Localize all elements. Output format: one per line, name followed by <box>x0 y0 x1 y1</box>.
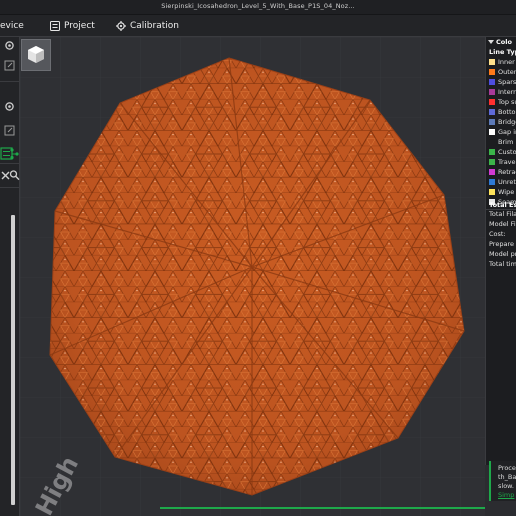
left-sidebar <box>0 37 20 516</box>
rail-divider <box>0 163 20 164</box>
calibration-icon <box>116 21 126 31</box>
window-title: Sierpinski_Icosahedron_Level_5_With_Base… <box>161 2 355 10</box>
legend-header-label: Colo <box>496 38 512 46</box>
chevron-down-icon <box>488 40 494 44</box>
color-swatch <box>489 59 495 65</box>
legend-item[interactable]: Retract <box>489 167 516 177</box>
color-swatch <box>489 139 495 145</box>
legend-item-label: Bridge <box>498 118 516 126</box>
legend-item[interactable]: Unretr <box>489 177 516 187</box>
title-bar: Sierpinski_Icosahedron_Level_5_With_Base… <box>0 0 516 15</box>
color-swatch <box>489 109 495 115</box>
tab-project-label: Project <box>64 21 95 31</box>
legend-panel: Colo Line Typ Inner v Outer Sparse Inter… <box>485 37 516 465</box>
legend-item-label: Unretr <box>498 178 516 186</box>
tree-icon[interactable] <box>9 147 20 160</box>
legend-item[interactable]: Botton <box>489 107 516 117</box>
legend-item-label: Interna <box>498 88 516 96</box>
gear-icon[interactable] <box>3 39 16 52</box>
legend-item-label: Travel <box>498 158 516 166</box>
tab-calibration-label: Calibration <box>130 21 179 31</box>
estimate-row: Prepare t <box>489 240 516 248</box>
legend-item-label: Retract <box>498 168 516 176</box>
legend-item[interactable]: Bridge <box>489 117 516 127</box>
legend-item-label: Outer <box>498 68 516 76</box>
legend-item-label: Botton <box>498 108 516 116</box>
rail-divider <box>0 81 20 82</box>
viewport-canvas <box>20 37 485 516</box>
estimate-row: Model pr <box>489 250 516 258</box>
edit-icon[interactable] <box>3 59 16 72</box>
search-icon[interactable] <box>9 169 20 182</box>
legend-item[interactable]: Travel <box>489 157 516 167</box>
color-swatch <box>489 99 495 105</box>
estimate-title: Total Est <box>489 201 516 209</box>
legend-item[interactable]: Outer <box>489 67 516 77</box>
color-swatch <box>489 129 495 135</box>
legend-item[interactable]: Interna <box>489 87 516 97</box>
tab-device-label: evice <box>0 21 24 31</box>
color-swatch <box>489 79 495 85</box>
estimate-row: Cost: <box>489 230 506 238</box>
legend-item[interactable]: Gap in <box>489 127 516 137</box>
notification-link[interactable]: Simp <box>498 491 514 499</box>
color-swatch <box>489 119 495 125</box>
tab-calibration[interactable]: Calibration <box>116 19 179 33</box>
notification-line: Proce <box>498 464 516 472</box>
notification-line: slow. <box>498 482 514 490</box>
plate-thumbnail[interactable] <box>21 39 51 71</box>
color-swatch <box>489 69 495 75</box>
legend-item[interactable]: Inner v <box>489 57 516 67</box>
edit-icon[interactable] <box>3 124 16 137</box>
line-type-title: Line Typ <box>489 48 516 56</box>
menu-bar: evice Project Calibration <box>0 15 516 37</box>
color-swatch <box>489 89 495 95</box>
legend-item[interactable]: Top su <box>489 97 516 107</box>
estimate-row: Model Fil <box>489 220 516 228</box>
notification-line: th_Ba <box>498 473 516 481</box>
color-swatch <box>489 159 495 165</box>
tab-project[interactable]: Project <box>50 19 95 33</box>
gear-icon[interactable] <box>3 100 16 113</box>
rail-divider <box>0 187 20 188</box>
legend-item-label: Custon <box>498 148 516 156</box>
legend-item[interactable]: Custon <box>489 147 516 157</box>
color-swatch <box>489 169 495 175</box>
legend-item-label: Wipe <box>498 188 515 196</box>
color-swatch <box>489 179 495 185</box>
estimate-row: Total Fila <box>489 210 516 218</box>
legend-item-label: Inner v <box>498 58 516 66</box>
legend-item[interactable]: Wipe <box>489 187 514 197</box>
legend-item-label: Brim <box>498 138 514 146</box>
estimate-row: Total tim <box>489 260 516 268</box>
slicing-notification: Proce th_Ba slow. Simp <box>489 461 516 501</box>
preview-viewport[interactable]: High <box>20 37 485 516</box>
legend-item-label: Gap in <box>498 128 516 136</box>
sidebar-scrollbar[interactable] <box>11 215 15 505</box>
legend-item[interactable]: Sparse <box>489 77 516 87</box>
color-swatch <box>489 189 495 195</box>
project-icon <box>50 21 60 31</box>
legend-item-label: Top su <box>498 98 516 106</box>
legend-item[interactable]: Brim <box>489 137 513 147</box>
tab-device[interactable]: evice <box>0 19 24 33</box>
legend-header[interactable]: Colo <box>488 38 512 46</box>
color-swatch <box>489 149 495 155</box>
cube-icon <box>28 46 44 63</box>
legend-item-label: Sparse <box>498 78 516 86</box>
